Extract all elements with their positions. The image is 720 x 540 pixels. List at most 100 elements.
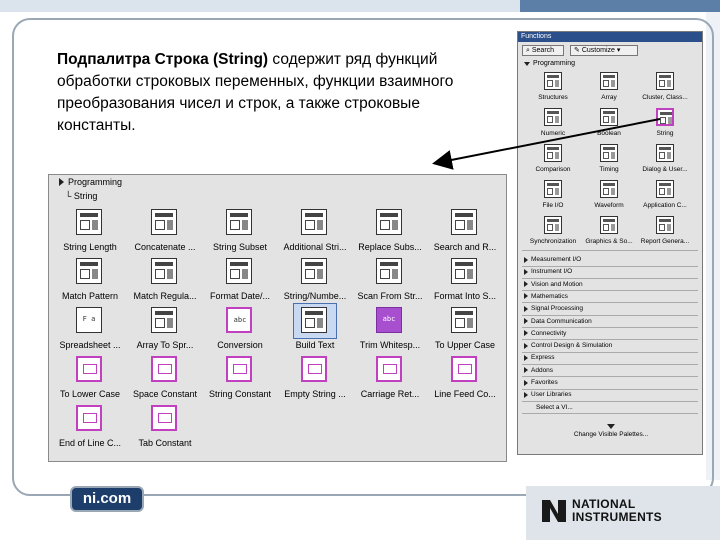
icon-glyph [455,262,473,266]
expand-arrow-icon [524,305,528,312]
palette-item-label: Scan From Str... [357,291,423,301]
functions-item-graphics-so[interactable]: Graphics & So... [582,216,636,248]
palette-item-label: String Constant [208,389,272,399]
category-user-libraries[interactable]: User Libraries [524,389,571,400]
palette-item-end-of-line[interactable]: End of Line C... [52,405,128,453]
functions-item-label: Graphics & So... [585,238,633,245]
icon-glyph [611,188,615,195]
palette-item-to-lower-case[interactable]: To Lower Case [52,356,128,404]
palette-item-string-subset[interactable]: String Subset [202,209,278,257]
category-select-a-vi[interactable]: Select a VI... [536,402,573,413]
palette-item-format-date[interactable]: Format Date/... [202,258,278,306]
palette-item-carriage-return[interactable]: Carriage Ret... [352,356,428,404]
icon-glyph [603,116,609,123]
icon-glyph [230,220,240,230]
category-instrument-i-o[interactable]: Instrument I/O [524,266,572,277]
functions-item-label: Structures [538,94,568,101]
icon-glyph [547,219,559,222]
palette-item-scan-from-string[interactable]: Scan From Str... [352,258,428,306]
category-express[interactable]: Express [524,352,554,363]
category-favorites[interactable]: Favorites [524,377,558,388]
icon-glyph [547,188,553,195]
palette-item-concatenate[interactable]: Concatenate ... [127,209,203,257]
palette-item-search-replace[interactable]: Search and R... [427,209,503,257]
functions-item-array[interactable]: Array [582,72,636,104]
category-vision-and-motion[interactable]: Vision and Motion [524,279,583,290]
icon-glyph [659,224,665,231]
category-label: Select a VI... [536,403,573,411]
functions-item-application-c[interactable]: Application C... [638,180,692,212]
palette-item-string-length[interactable]: String Length [52,209,128,257]
functions-item-numeric[interactable]: Numeric [526,108,580,140]
icon-glyph [547,224,553,231]
functions-item-cluster-class[interactable]: Cluster, Class... [638,72,692,104]
icon-glyph [233,364,247,374]
category-connectivity[interactable]: Connectivity [524,328,566,339]
palette-item-string-constant[interactable]: String Constant [202,356,278,404]
category-mathematics[interactable]: Mathematics [524,291,568,302]
palette-item-label: Build Text [295,340,335,350]
palette-item-match-pattern[interactable]: Match Pattern [52,258,128,306]
change-visible-palettes[interactable]: Change Visible Palettes... [518,424,702,438]
palette-breadcrumb-programming[interactable]: Programming [59,177,122,187]
icon-glyph [603,188,609,195]
palette-item-string-number[interactable]: String/Numbe... [277,258,353,306]
palette-item-empty-string[interactable]: Empty String ... [277,356,353,404]
palette-category-icon [600,108,618,126]
functions-item-report-genera[interactable]: Report Genera... [638,216,692,248]
category-data-communication[interactable]: Data Communication [524,316,592,327]
palette-item-match-regex[interactable]: Match Regula... [127,258,203,306]
icon-glyph [455,269,465,279]
functions-item-label: Boolean [597,130,621,137]
functions-item-timing[interactable]: Timing [582,144,636,176]
palette-item-tab-constant[interactable]: Tab Constant [127,405,203,453]
palette-category-icon [600,72,618,90]
palette-item-line-feed[interactable]: Line Feed Co... [427,356,503,404]
category-label: Data Communication [531,317,592,325]
programming-section[interactable]: Programming [524,60,575,67]
functions-item-label: Waveform [594,202,624,209]
customize-label: Customize [581,47,615,54]
customize-button[interactable]: ✎ Customize ▾ [570,45,638,56]
palette-item-label: Spreadsheet ... [59,340,121,350]
search-button[interactable]: ⌕ Search [522,45,564,56]
icon-glyph [547,80,553,87]
palette-item-array-to-spreadsheet[interactable]: Array To Spr... [127,307,203,355]
palette-item-build-text[interactable]: Build Text [277,307,353,355]
functions-item-synchronization[interactable]: Synchronization [526,216,580,248]
icon-glyph [317,220,323,230]
category-measurement-i-o[interactable]: Measurement I/O [524,254,581,265]
category-signal-processing[interactable]: Signal Processing [524,303,583,314]
functions-item-waveform[interactable]: Waveform [582,180,636,212]
icon-glyph [80,262,98,266]
palette-item-additional-string[interactable]: Additional Stri... [277,209,353,257]
icon-text: abc [382,315,396,323]
functions-item-boolean[interactable]: Boolean [582,108,636,140]
functions-item-label: Comparison [535,166,571,173]
functions-item-string[interactable]: String [638,108,692,140]
palette-item-format-into-string[interactable]: Format Into S... [427,258,503,306]
icon-glyph [667,152,671,159]
functions-item-label: Array [601,94,617,101]
icon-glyph [458,364,472,374]
functions-item-structures[interactable]: Structures [526,72,580,104]
trim-whitespace-icon: abc [376,307,402,333]
functions-item-comparison[interactable]: Comparison [526,144,580,176]
ni-com-link[interactable]: ni.com [70,486,144,512]
tab-constant-icon [151,405,177,431]
palette-item-label: Additional Stri... [283,242,347,252]
functions-item-dialog-user[interactable]: Dialog & User... [638,144,692,176]
palette-item-space-constant[interactable]: Space Constant [127,356,203,404]
category-addons[interactable]: Addons [524,365,553,376]
space-constant-icon [151,356,177,382]
palette-item-trim-whitespace[interactable]: abc Trim Whitesp... [352,307,428,355]
palette-item-to-upper-case[interactable]: To Upper Case [427,307,503,355]
palette-item-spreadsheet[interactable]: F a Spreadsheet ... [52,307,128,355]
palette-item-label: Match Regula... [133,291,197,301]
functions-item-file-i-o[interactable]: File I/O [526,180,580,212]
category-control-design-simulation[interactable]: Control Design & Simulation [524,340,612,351]
palette-item-conversion[interactable]: abc Conversion [202,307,278,355]
palette-item-replace-substring[interactable]: Replace Subs... [352,209,428,257]
category-label: Vision and Motion [531,280,583,288]
functions-palette: Functions ⌕ Search ✎ Customize ▾ Program… [517,31,703,455]
